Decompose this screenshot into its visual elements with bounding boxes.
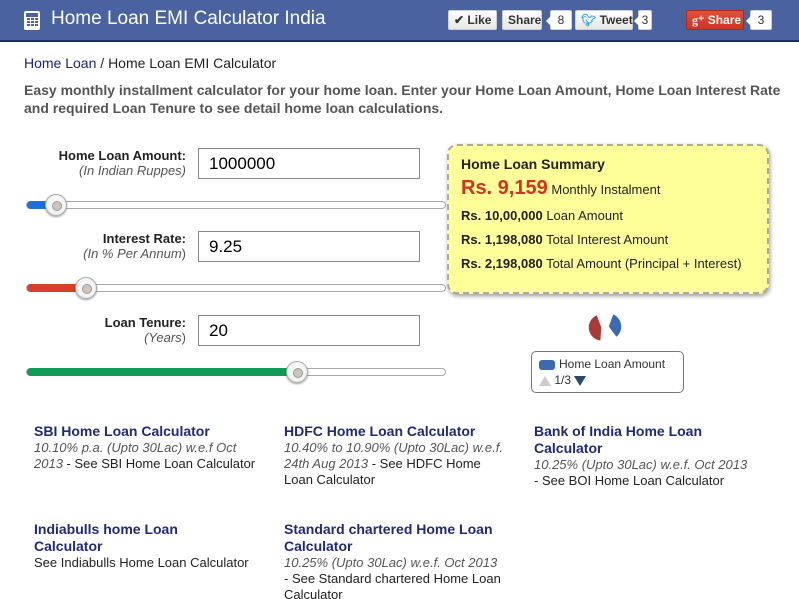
- interest-rate-slider[interactable]: [26, 277, 446, 299]
- summary-title: Home Loan Summary: [461, 156, 605, 172]
- loan-summary-box: Home Loan Summary Rs. 9,159 Monthly Inst…: [447, 144, 769, 294]
- loan-amount-label: Home Loan Amount: (In Indian Ruppes): [58, 148, 186, 178]
- bank-link-sbi: SBI Home Loan Calculator 10.10% p.a. (Up…: [34, 423, 264, 472]
- total-amount-value: Rs. 2,198,080: [461, 256, 543, 271]
- interest-rate-label: Interest Rate: (In % Per Annum): [83, 231, 186, 261]
- total-interest-label: Total Interest Amount: [546, 232, 669, 247]
- bank-link-standard-chartered: Standard chartered Home Loan Calculator …: [284, 521, 509, 599]
- tweet-button[interactable]: 🐦︎ Tweet: [575, 10, 633, 30]
- loan-tenure-slider-handle[interactable]: [286, 361, 308, 383]
- loan-amount-slider[interactable]: [26, 194, 446, 216]
- bank-title-link[interactable]: Standard chartered Home Loan Calculator: [284, 521, 509, 555]
- legend-swatch: [539, 359, 555, 370]
- google-plus-icon: g⁺: [692, 13, 705, 27]
- twitter-bird-icon: 🐦︎: [581, 13, 597, 27]
- legend-item-home-loan-amount[interactable]: Home Loan Amount: [539, 357, 676, 371]
- loan-tenure-slider-fill: [27, 368, 297, 376]
- bank-title-link[interactable]: Indiabulls home Loan Calculator: [34, 521, 214, 555]
- breadcrumb-separator: /: [96, 55, 109, 71]
- pie-slice-home-loan-amount[interactable]: [607, 312, 623, 339]
- breadcrumb-current: Home Loan EMI Calculator: [108, 55, 277, 71]
- loan-amount-input[interactable]: [198, 148, 420, 179]
- legend-prev-arrow-icon[interactable]: [539, 375, 551, 386]
- bank-see-text: - See SBI Home Loan Calculator: [62, 456, 256, 471]
- loan-amount-slider-handle[interactable]: [45, 194, 67, 216]
- loan-amount-value: Rs. 10,00,000: [461, 208, 543, 223]
- bank-see-text: - See BOI Home Loan Calculator: [534, 473, 725, 488]
- total-interest-value: Rs. 1,198,080: [461, 232, 543, 247]
- loan-breakup-pie-chart: [587, 312, 623, 343]
- facebook-share-count: 8: [546, 10, 572, 30]
- monthly-emi-value: Rs. 9,159: [461, 177, 548, 199]
- interest-rate-slider-handle[interactable]: [75, 277, 97, 299]
- bank-link-hdfc: HDFC Home Loan Calculator 10.40% to 10.9…: [284, 423, 504, 488]
- breadcrumb-home-loan-link[interactable]: Home Loan: [24, 55, 96, 71]
- loan-tenure-slider[interactable]: [26, 361, 446, 383]
- bank-see-text: - See Standard chartered Home Loan Calcu…: [284, 571, 501, 599]
- calculator-icon: [24, 11, 40, 30]
- facebook-share-button[interactable]: Share: [502, 10, 542, 30]
- checkmark-icon: ✔: [454, 13, 465, 27]
- legend-next-arrow-icon[interactable]: [574, 375, 587, 386]
- bank-title-link[interactable]: Bank of India Home Loan Calculator: [534, 423, 754, 457]
- total-amount-label: Total Amount (Principal + Interest): [546, 256, 742, 271]
- legend-page-indicator: 1/3: [554, 373, 572, 387]
- loan-tenure-label: Loan Tenure: (Years): [104, 315, 186, 345]
- loan-tenure-input[interactable]: [198, 315, 420, 346]
- facebook-like-button[interactable]: ✔ Like: [448, 10, 497, 30]
- bank-link-boi: Bank of India Home Loan Calculator 10.25…: [534, 423, 754, 489]
- intro-text: Easy monthly installment calculator for …: [24, 82, 781, 116]
- legend-pagination: 1/3: [539, 373, 676, 387]
- monthly-emi-label: Monthly Instalment: [551, 182, 661, 197]
- bank-link-indiabulls: Indiabulls home Loan Calculator See Indi…: [34, 521, 249, 571]
- bank-title-link[interactable]: SBI Home Loan Calculator: [34, 423, 264, 440]
- chart-legend: Home Loan Amount 1/3: [531, 351, 684, 393]
- google-plus-share-button[interactable]: g⁺ Share: [686, 10, 744, 30]
- bank-rate: 10.25% (Upto 30Lac) w.e.f. Oct 2013: [534, 457, 748, 472]
- bank-title-link[interactable]: HDFC Home Loan Calculator: [284, 423, 504, 440]
- tweet-count: 3: [634, 10, 652, 30]
- google-plus-count: 3: [746, 10, 772, 30]
- bank-rate: 10.25% (Upto 30Lac) w.e.f. Oct 2013: [284, 555, 498, 570]
- site-title[interactable]: Home Loan EMI Calculator India: [51, 8, 326, 30]
- pie-slice-total-interest-amount[interactable]: [587, 313, 603, 343]
- interest-rate-input[interactable]: [198, 231, 420, 262]
- breadcrumb: Home Loan / Home Loan EMI Calculator: [24, 55, 276, 71]
- top-bar: Home Loan EMI Calculator India ✔ Like Sh…: [0, 0, 799, 42]
- bank-see-text: See Indiabulls Home Loan Calculator: [34, 555, 249, 570]
- loan-amount-summary-label: Loan Amount: [546, 208, 623, 223]
